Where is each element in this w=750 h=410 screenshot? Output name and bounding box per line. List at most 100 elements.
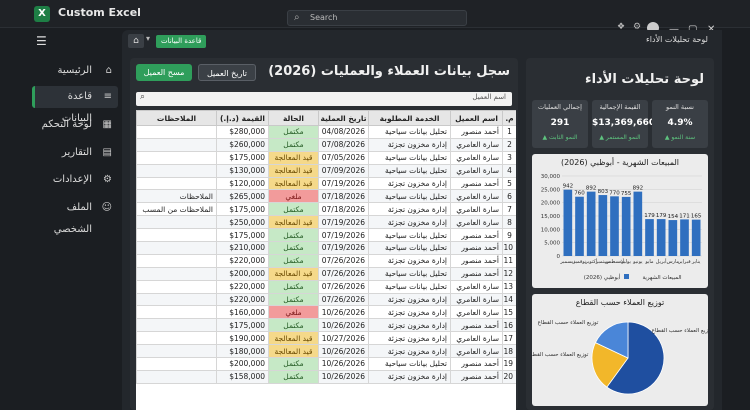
table-cell[interactable]: أحمد منصور: [450, 318, 503, 333]
table-cell[interactable]: 07/26/2026: [318, 253, 369, 268]
table-cell[interactable]: مكتمل: [268, 125, 319, 139]
sidebar-item-home[interactable]: ⌂ الرئيسية: [32, 60, 118, 82]
table-cell[interactable]: 2: [502, 137, 516, 152]
table-cell[interactable]: 10/27/2026: [318, 331, 369, 346]
table-row[interactable]: 19 أحمد منصور تحليل بيانات سياحية 10/26/202…: [136, 357, 516, 371]
table-cell[interactable]: 19: [502, 357, 516, 371]
table-cell[interactable]: $280,000: [216, 125, 269, 139]
table-cell[interactable]: 10/26/2026: [318, 318, 369, 333]
sidebar-item-profile[interactable]: ☺ الملف الشخصي: [32, 197, 118, 235]
table-cell[interactable]: تحليل بيانات سياحية: [368, 241, 451, 255]
sidebar-item-settings[interactable]: ⚙ الإعدادات: [32, 169, 118, 191]
table-cell[interactable]: ملغي: [268, 305, 319, 320]
customer-history-button[interactable]: تاريخ العميل: [198, 64, 256, 81]
table-cell[interactable]: إدارة مخزون تجزئة: [368, 292, 451, 307]
table-cell[interactable]: سارة العامري: [450, 305, 503, 320]
table-cell[interactable]: 07/09/2026: [318, 163, 369, 178]
table-cell[interactable]: $175,000: [216, 318, 269, 333]
table-cell[interactable]: قيد المعالجة: [268, 215, 319, 230]
table-cell[interactable]: قيد المعالجة: [268, 266, 319, 281]
column-header[interactable]: القيمة (د.إ.): [216, 110, 269, 126]
table-cell[interactable]: [136, 253, 217, 268]
table-cell[interactable]: 11: [502, 253, 516, 268]
table-cell[interactable]: 10/26/2026: [318, 357, 369, 371]
table-cell[interactable]: سارة العامري: [450, 344, 503, 359]
table-cell[interactable]: 10: [502, 241, 516, 255]
table-cell[interactable]: سارة العامري: [450, 215, 503, 230]
table-cell[interactable]: 15: [502, 305, 516, 320]
table-cell[interactable]: أحمد منصور: [450, 125, 503, 139]
table-cell[interactable]: تحليل بيانات سياحية: [368, 163, 451, 178]
table-cell[interactable]: إدارة مخزون تجزئة: [368, 344, 451, 359]
table-cell[interactable]: مكتمل: [268, 137, 319, 152]
table-cell[interactable]: مكتمل: [268, 253, 319, 268]
table-row[interactable]: 8 سارة العامري إدارة مخزون تجزئة 07/19/2026…: [136, 215, 516, 230]
table-cell[interactable]: 18: [502, 344, 516, 359]
table-cell[interactable]: [136, 137, 217, 152]
table-cell[interactable]: إدارة مخزون تجزئة: [368, 176, 451, 191]
table-cell[interactable]: 4: [502, 163, 516, 178]
column-header[interactable]: تاريخ العملية: [318, 110, 369, 126]
table-cell[interactable]: 17: [502, 331, 516, 346]
table-cell[interactable]: مكتمل: [268, 228, 319, 243]
table-row[interactable]: 12 أحمد منصور تحليل بيانات سياحية 07/26/202…: [136, 266, 516, 281]
table-cell[interactable]: 04/08/2026: [318, 125, 369, 139]
table-cell[interactable]: 20: [502, 369, 516, 384]
home-button[interactable]: ⌂: [128, 34, 144, 48]
table-cell[interactable]: تحليل بيانات سياحية: [368, 279, 451, 294]
breadcrumb-current[interactable]: قاعدة البيانات: [156, 35, 207, 48]
table-cell[interactable]: إدارة مخزون تجزئة: [368, 305, 451, 320]
table-cell[interactable]: إدارة مخزون تجزئة: [368, 215, 451, 230]
table-cell[interactable]: $265,000: [216, 189, 269, 204]
table-cell[interactable]: سارة العامري: [450, 189, 503, 204]
table-cell[interactable]: [136, 292, 217, 307]
table-cell[interactable]: [136, 318, 217, 333]
column-header[interactable]: م.: [502, 110, 516, 126]
table-cell[interactable]: تحليل بيانات سياحية: [368, 266, 451, 281]
table-cell[interactable]: $160,000: [216, 305, 269, 320]
table-row[interactable]: 10 أحمد منصور تحليل بيانات سياحية 07/19/202…: [136, 241, 516, 255]
search-box[interactable]: ⌕ Search: [287, 10, 467, 26]
table-row[interactable]: 11 أحمد منصور إدارة مخزون تجزئة 07/26/2026 م…: [136, 253, 516, 268]
table-cell[interactable]: 07/19/2026: [318, 228, 369, 243]
clear-customer-button[interactable]: مسح العميل: [136, 64, 192, 81]
table-cell[interactable]: $180,000: [216, 344, 269, 359]
table-row[interactable]: 5 أحمد منصور إدارة مخزون تجزئة 07/19/2026 قي…: [136, 176, 516, 191]
table-cell[interactable]: 8: [502, 215, 516, 230]
table-cell[interactable]: $175,000: [216, 202, 269, 217]
table-cell[interactable]: 07/08/2026: [318, 137, 369, 152]
table-cell[interactable]: $220,000: [216, 279, 269, 294]
table-cell[interactable]: [136, 176, 217, 191]
table-cell[interactable]: إدارة مخزون تجزئة: [368, 318, 451, 333]
table-cell[interactable]: 07/18/2026: [318, 189, 369, 204]
table-cell[interactable]: أحمد منصور: [450, 228, 503, 243]
table-cell[interactable]: 16: [502, 318, 516, 333]
table-cell[interactable]: [136, 215, 217, 230]
table-cell[interactable]: أحمد منصور: [450, 266, 503, 281]
table-cell[interactable]: إدارة مخزون تجزئة: [368, 331, 451, 346]
table-cell[interactable]: $200,000: [216, 266, 269, 281]
table-cell[interactable]: 10/26/2026: [318, 305, 369, 320]
table-row[interactable]: 9 أحمد منصور تحليل بيانات سياحية 07/19/2026…: [136, 228, 516, 243]
table-cell[interactable]: 07/19/2026: [318, 241, 369, 255]
sidebar-item-reports[interactable]: ▤ التقارير: [32, 142, 118, 164]
table-cell[interactable]: 10/26/2026: [318, 369, 369, 384]
table-cell[interactable]: $220,000: [216, 292, 269, 307]
table-cell[interactable]: [136, 125, 217, 139]
table-cell[interactable]: تحليل بيانات سياحية: [368, 357, 451, 371]
table-cell[interactable]: سارة العامري: [450, 163, 503, 178]
table-cell[interactable]: 3: [502, 150, 516, 165]
table-cell[interactable]: مكتمل: [268, 202, 319, 217]
table-cell[interactable]: [136, 344, 217, 359]
table-cell[interactable]: مكتمل: [268, 318, 319, 333]
table-cell[interactable]: 6: [502, 189, 516, 204]
table-row[interactable]: 20 أحمد منصور إدارة مخزون تجزئة 10/26/2026 م…: [136, 369, 516, 384]
table-cell[interactable]: 5: [502, 176, 516, 191]
table-cell[interactable]: قيد المعالجة: [268, 331, 319, 346]
table-cell[interactable]: $130,000: [216, 163, 269, 178]
table-cell[interactable]: $175,000: [216, 228, 269, 243]
table-cell[interactable]: مكتمل: [268, 279, 319, 294]
column-header[interactable]: الملاحظات: [136, 110, 217, 126]
table-cell[interactable]: 07/26/2026: [318, 266, 369, 281]
table-cell[interactable]: 10/26/2026: [318, 344, 369, 359]
